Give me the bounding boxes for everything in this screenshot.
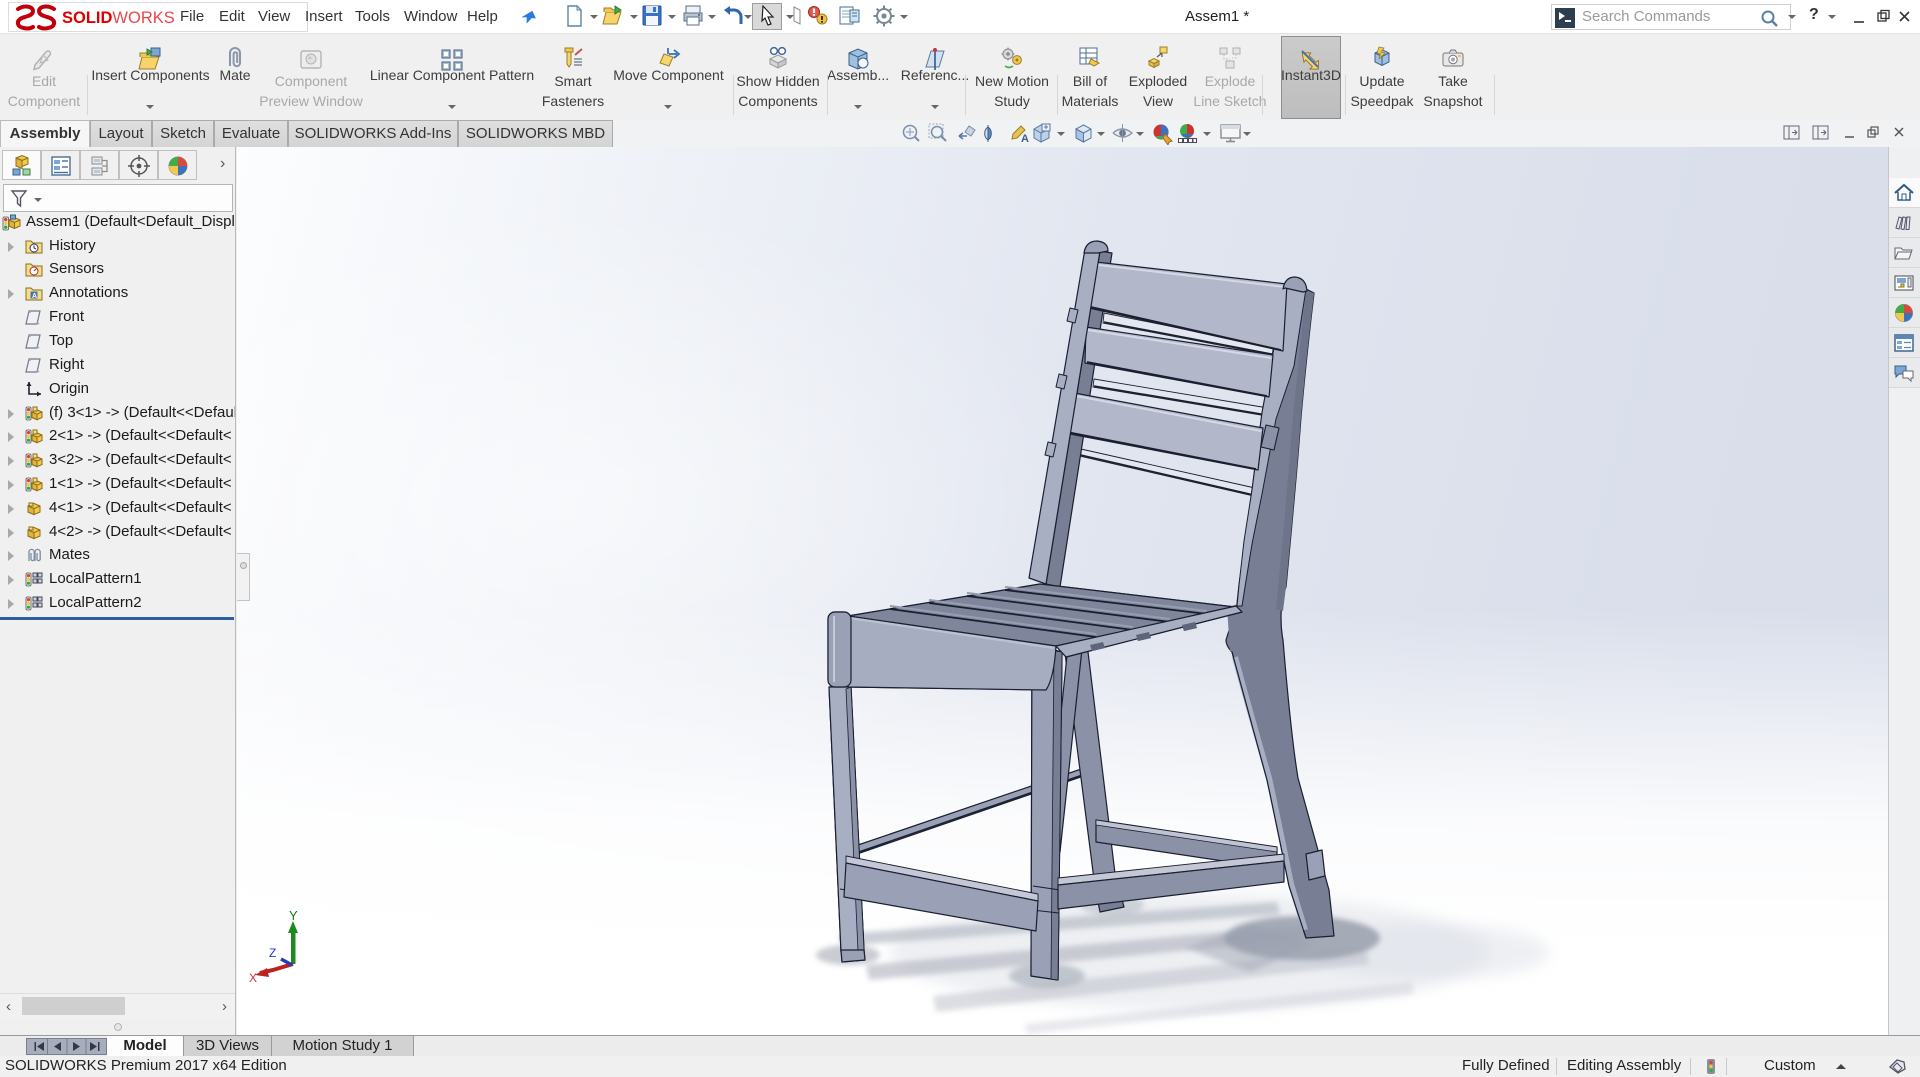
svg-text:X: X xyxy=(249,971,257,982)
svg-text:A: A xyxy=(32,293,37,300)
svg-text:SOLIDWORKS: SOLIDWORKS xyxy=(62,9,175,27)
svg-text:Z: Z xyxy=(269,946,276,960)
svg-text:A: A xyxy=(1021,133,1029,145)
svg-text:Y: Y xyxy=(289,908,298,923)
